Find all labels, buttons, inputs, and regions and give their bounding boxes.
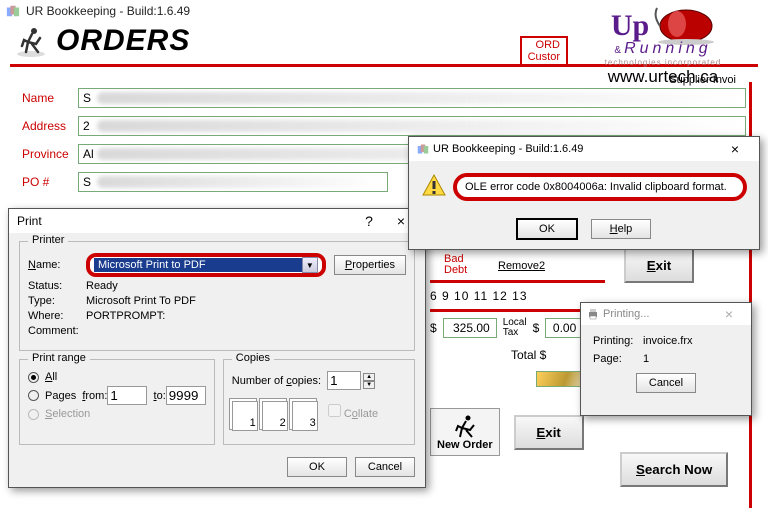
print-ok-button[interactable]: OK	[287, 457, 347, 477]
range-title: Print range	[28, 352, 90, 364]
printing-file: invoice.frx	[643, 335, 693, 347]
status-label: Status:	[28, 280, 86, 292]
po-value: S	[83, 175, 91, 189]
print-range-group: Print range All Pages from: to: Selectio…	[19, 359, 215, 445]
collate-pages-icon: 1 2 3	[232, 401, 318, 431]
address-label: Address	[22, 119, 78, 133]
spin-down[interactable]: ▼	[363, 381, 375, 389]
radio-selection	[28, 409, 39, 420]
exit-button[interactable]: Exit	[624, 248, 694, 283]
name-value: S	[83, 91, 91, 105]
supplier-invoice-label: Supplier Invoi	[669, 74, 736, 86]
spin-up[interactable]: ▲	[363, 373, 375, 381]
logo-running: Running	[624, 40, 712, 57]
bottom-buttons: New Order Exit	[430, 408, 584, 456]
printer-icon	[587, 308, 599, 320]
new-order-button[interactable]: New Order	[430, 408, 500, 456]
radio-pages[interactable]	[28, 390, 39, 401]
printing-close-icon[interactable]: ×	[713, 306, 745, 322]
chevron-down-icon[interactable]: ▼	[302, 257, 318, 273]
properties-button[interactable]: Properties	[334, 255, 406, 275]
name-label: Name	[22, 91, 78, 105]
number-row: 6 9 10 11 12 13	[430, 289, 605, 303]
custor-text: Custor	[528, 51, 560, 63]
printing-label: Printing:	[593, 335, 643, 347]
radio-all[interactable]	[28, 372, 39, 383]
print-help-icon[interactable]: ?	[353, 213, 385, 229]
type-value: Microsoft Print To PDF	[86, 295, 196, 307]
print-cancel-button[interactable]: Cancel	[355, 457, 415, 477]
error-ok-button[interactable]: OK	[517, 219, 577, 239]
where-label: Where:	[28, 310, 86, 322]
ord-text: ORD	[528, 39, 560, 51]
province-value: Al	[83, 147, 94, 161]
app-icon	[417, 143, 429, 155]
address-field[interactable]: 2	[78, 116, 746, 136]
amount-box[interactable]: 325.00	[443, 318, 497, 338]
main-title: UR Bookkeeping - Build:1.6.49	[26, 4, 190, 18]
printer-name-select[interactable]: Microsoft Print to PDF ▼	[86, 253, 326, 277]
printer-name-value: Microsoft Print to PDF	[94, 258, 302, 272]
printing-dialog: Printing... × Printing:invoice.frx Page:…	[580, 302, 752, 416]
search-now-button[interactable]: Search Now	[620, 452, 728, 487]
numbers-panel: 6 9 10 11 12 13 $ 325.00 Local Tax $ 0.0…	[430, 280, 605, 362]
logo-tagline: technologies incorporated	[568, 58, 758, 67]
error-title: UR Bookkeeping - Build:1.6.49	[433, 143, 583, 155]
printer-group: Printer Name: Microsoft Print to PDF ▼ P…	[19, 241, 415, 351]
error-help-button[interactable]: Help	[591, 219, 651, 239]
where-value: PORTPROMPT:	[86, 310, 165, 322]
bad-debt-label: Bad Debt	[444, 254, 467, 276]
page-number: 1	[643, 353, 649, 365]
po-field[interactable]: S	[78, 172, 388, 192]
logo-amp: &	[614, 45, 621, 56]
province-label: Province	[22, 147, 78, 161]
ord-custor-box: ORD Custor	[520, 36, 568, 66]
copies-group: Copies Number of copies: ▲▼ 1 2 3 Collat…	[223, 359, 415, 445]
collate-checkbox	[328, 404, 341, 417]
po-label: PO #	[22, 175, 78, 189]
copies-title: Copies	[232, 352, 274, 364]
error-message: OLE error code 0x8004006a: Invalid clipb…	[453, 173, 747, 201]
remove2-link[interactable]: Remove2	[498, 260, 545, 272]
copies-input[interactable]	[327, 371, 361, 390]
to-input[interactable]	[166, 386, 206, 405]
localtax-box[interactable]: 0.00	[545, 318, 583, 338]
type-label: Type:	[28, 295, 86, 307]
logo-up: Up	[611, 9, 649, 42]
comment-label: Comment:	[28, 325, 86, 337]
total-label: Total $	[511, 348, 546, 362]
status-value: Ready	[86, 280, 118, 292]
printing-title: Printing...	[603, 308, 649, 320]
from-input[interactable]	[107, 386, 147, 405]
app-icon	[6, 4, 20, 18]
orders-heading: ORDERS	[56, 24, 190, 58]
warning-icon	[421, 173, 447, 199]
printing-cancel-button[interactable]: Cancel	[636, 373, 696, 393]
name-field[interactable]: S	[78, 88, 746, 108]
app-window: UR Bookkeeping - Build:1.6.49 ORDERS ORD…	[0, 0, 768, 524]
print-title: Print	[17, 214, 42, 228]
runner-icon	[447, 413, 483, 439]
error-close-icon[interactable]: ×	[719, 141, 751, 157]
exit-button-2[interactable]: Exit	[514, 415, 584, 450]
runner-icon	[14, 24, 48, 58]
print-dialog: Print ?× Printer Name: Microsoft Print t…	[8, 208, 426, 488]
printer-group-title: Printer	[28, 234, 68, 246]
address-value: 2	[83, 119, 90, 133]
new-order-label: New Order	[437, 439, 493, 451]
localtax-label: Local Tax	[503, 318, 527, 338]
page-label: Page:	[593, 353, 643, 365]
dollar-sign: $	[430, 321, 437, 335]
error-dialog: UR Bookkeeping - Build:1.6.49 × OLE erro…	[408, 136, 760, 250]
